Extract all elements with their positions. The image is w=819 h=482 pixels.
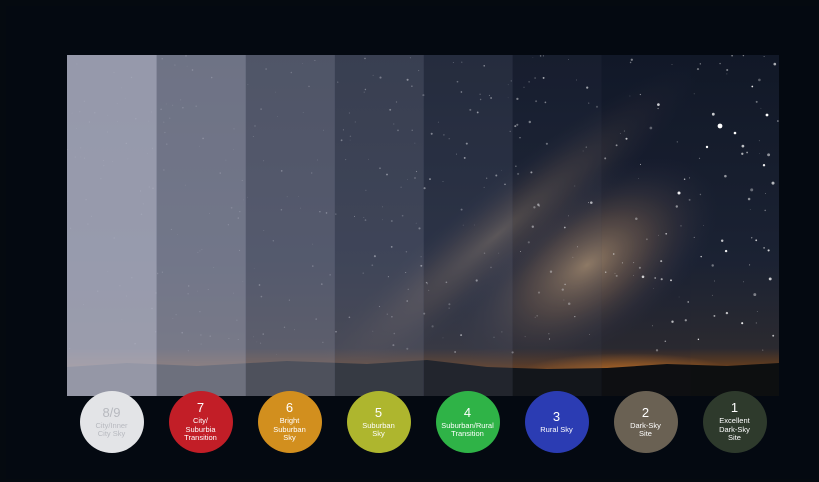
bortle-class-label: Rural Sky	[540, 424, 573, 435]
bortle-class-label: Suburban/Rural Transition	[441, 421, 494, 439]
bortle-class-number: 7	[196, 400, 205, 416]
pollution-strip	[67, 55, 157, 396]
pollution-strip	[601, 55, 691, 396]
bortle-class-badge: 6 Bright Suburban Sky	[257, 391, 322, 453]
bortle-class-label: Dark-Sky Site	[630, 421, 661, 439]
night-sky-svg	[67, 55, 779, 396]
bortle-class-number: 1	[730, 400, 739, 416]
bortle-class-label: Suburban Sky	[362, 421, 395, 439]
pollution-strip	[423, 55, 513, 396]
bortle-class-label-line: Sky	[283, 433, 296, 443]
bortle-class-badge: 1 Excellent Dark-Sky Site	[702, 391, 767, 453]
bortle-class-label-line: Site	[728, 433, 741, 443]
bortle-class-label-line: City Sky	[97, 429, 126, 438]
bortle-class-number: 2	[641, 404, 650, 420]
bortle-class-number: 5	[374, 404, 383, 420]
bortle-class-badge: 8/9 City/Inner City Sky	[79, 391, 144, 453]
bortle-class-label: City/Inner City Sky	[95, 421, 127, 439]
bortle-class-label-line: Rural Sky	[540, 424, 573, 434]
light-pollution-strips	[67, 55, 691, 396]
bortle-class-badge: 3 Rural Sky	[524, 391, 589, 453]
bortle-class-badge: 4 Suburban/Rural Transition	[435, 391, 500, 453]
bortle-class-label: Bright Suburban Sky	[273, 417, 306, 443]
bortle-class-label-line: Transition	[184, 433, 217, 443]
image-frame: 8/9 City/Inner City Sky 7 City/Suburbia Trans…	[6, 6, 817, 479]
bortle-class-number: 6	[285, 400, 294, 416]
pollution-strip	[245, 55, 335, 396]
bortle-class-badge: 5 Suburban Sky	[346, 391, 411, 453]
bortle-class-badge: 2 Dark-Sky Site	[613, 391, 678, 453]
bortle-class-number: 8/9	[102, 404, 121, 420]
pollution-strip	[156, 55, 246, 396]
bortle-class-label: City/Suburbia Transition	[184, 417, 217, 443]
bortle-class-number: 4	[463, 404, 472, 420]
bortle-class-label-line: Sky	[372, 429, 385, 438]
bortle-class-label: Excellent Dark-Sky Site	[719, 417, 750, 443]
bortle-class-badge: 7 City/Suburbia Transition	[168, 391, 233, 453]
night-sky-photo	[67, 55, 779, 396]
bortle-class-number: 3	[552, 408, 561, 424]
bortle-class-label-line: Transition	[451, 429, 484, 438]
pollution-strip	[512, 55, 602, 396]
bortle-class-label-line: Site	[639, 429, 652, 438]
bortle-scale-row: 8/9 City/Inner City Sky 7 City/Suburbia Trans…	[67, 391, 779, 457]
pollution-strip	[334, 55, 424, 396]
